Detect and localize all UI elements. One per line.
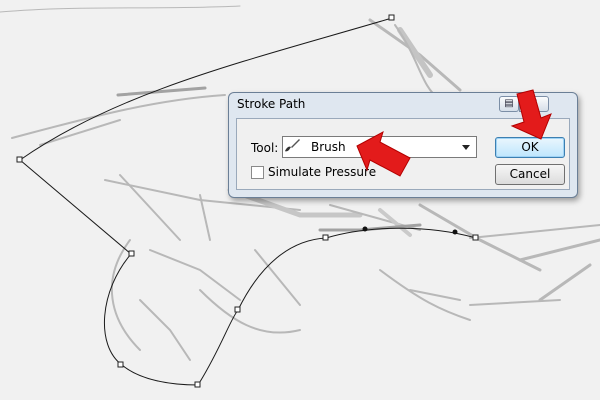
stroke-path-dialog: Stroke Path ▤ ✕ Tool: Brush Simulate Pre… [228, 92, 578, 198]
drawing-canvas[interactable]: Stroke Path ▤ ✕ Tool: Brush Simulate Pre… [0, 0, 600, 400]
dialog-titlebar[interactable]: Stroke Path ▤ ✕ [229, 93, 577, 117]
cancel-button[interactable]: Cancel [495, 164, 565, 185]
close-x-icon: ✕ [529, 98, 539, 109]
close-button[interactable]: ✕ [519, 96, 549, 112]
help-button[interactable]: ▤ [499, 96, 519, 112]
simulate-pressure-label[interactable]: Simulate Pressure [268, 165, 376, 179]
brush-icon [285, 139, 300, 152]
dialog-title: Stroke Path [237, 97, 306, 111]
ok-button[interactable]: OK [495, 137, 565, 158]
tool-label: Tool: [251, 141, 279, 155]
anchor-points[interactable] [16, 14, 479, 388]
tool-value: Brush [311, 140, 346, 154]
tool-dropdown[interactable]: Brush [282, 136, 477, 158]
dialog-body: Tool: Brush Simulate Pressure OK Cancel [236, 118, 570, 190]
bezier-path[interactable] [19, 17, 477, 386]
help-icon: ▤ [504, 98, 514, 109]
chevron-down-icon[interactable] [462, 145, 470, 150]
simulate-pressure-checkbox[interactable] [251, 166, 264, 179]
sketch-layer [0, 5, 600, 388]
